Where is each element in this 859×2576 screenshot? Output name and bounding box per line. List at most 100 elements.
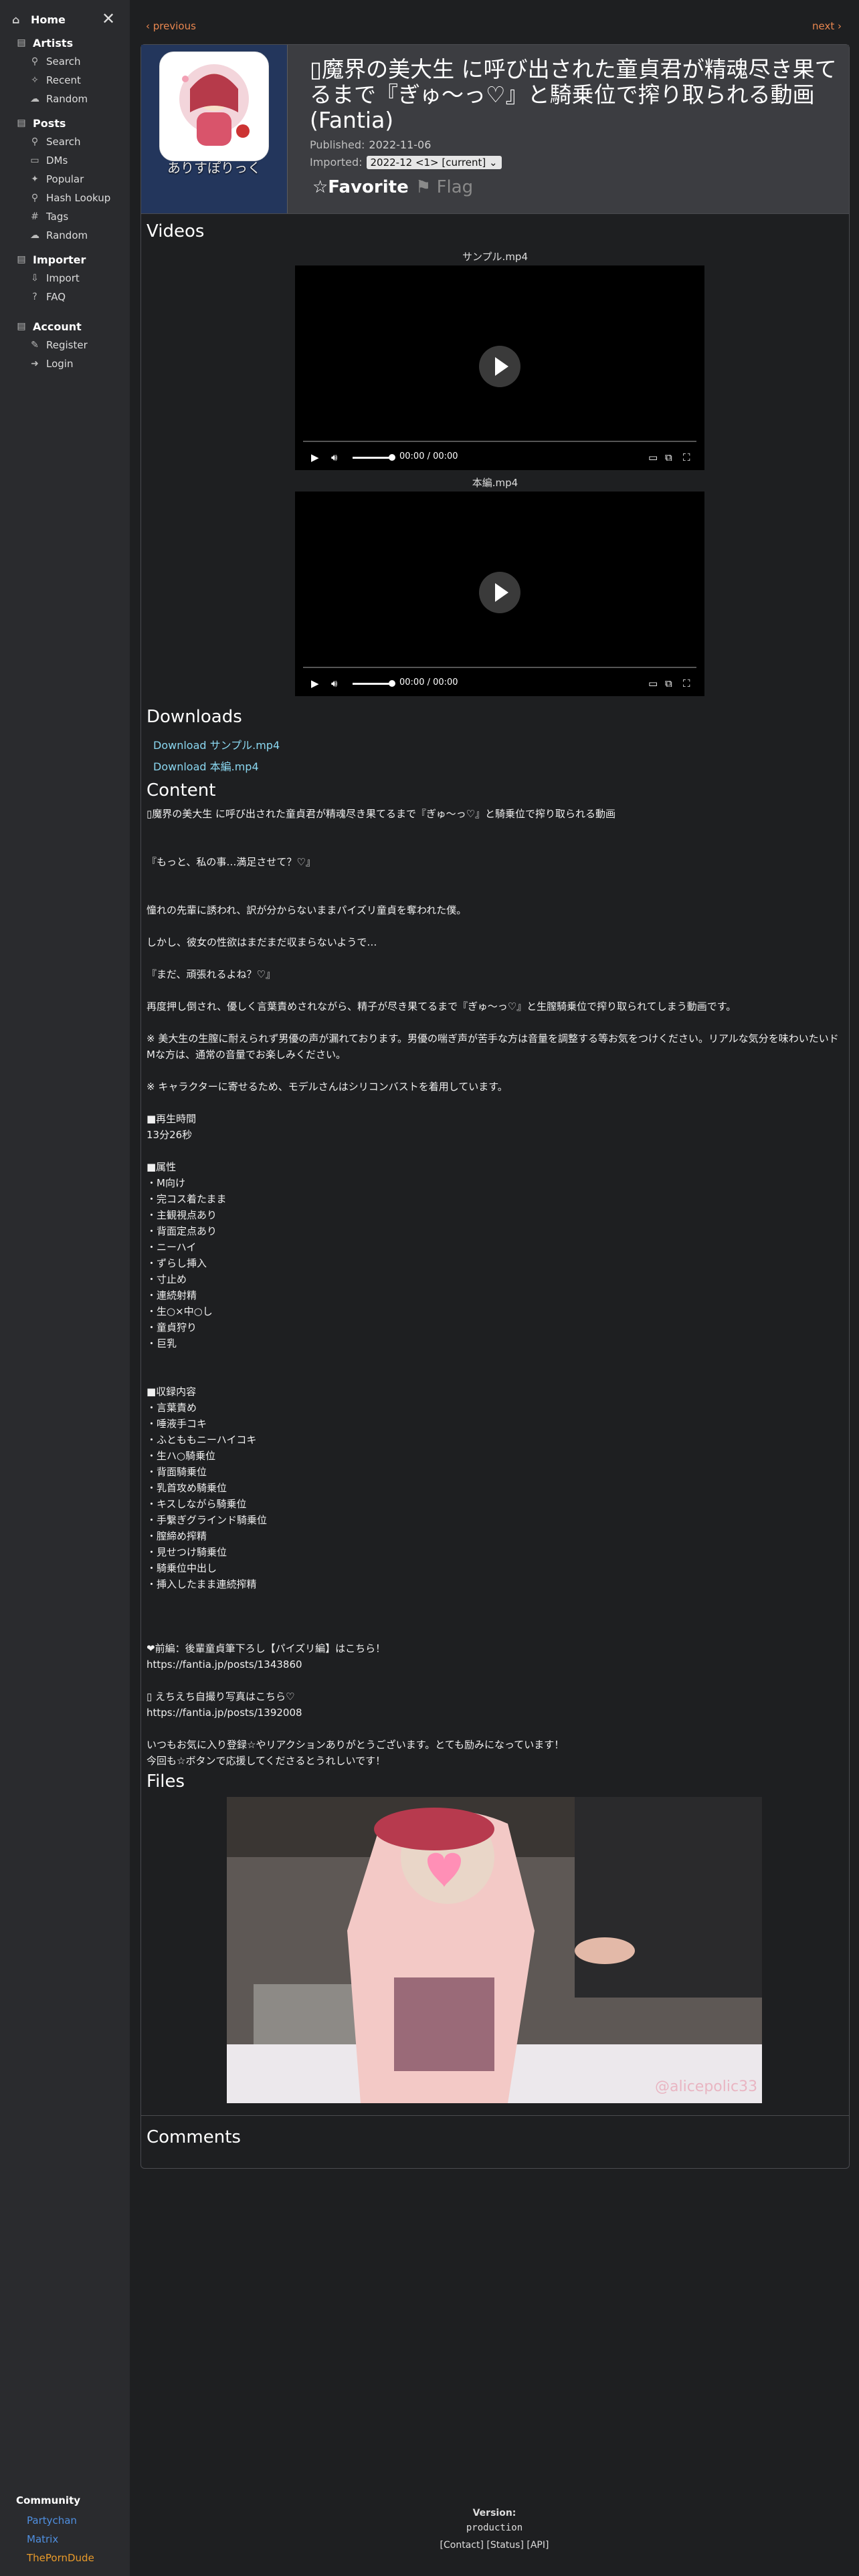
downloads-heading: Downloads (147, 707, 242, 727)
video-controls: ▶ 🔊︎ 00:00 / 00:00 ▭ ⧉ ⛶ (295, 447, 704, 467)
video-controls: ▶ 🔊︎ 00:00 / 00:00 ▭ ⧉ ⛶ (295, 673, 704, 693)
sidebar-item-artists-search[interactable]: ⚲ Search (28, 52, 81, 71)
published-label: Published: (310, 138, 365, 151)
close-icon[interactable]: ✕ (100, 11, 116, 27)
sparkle-icon: ✧ (31, 75, 39, 86)
hash-lookup-icon: ⚲ (31, 193, 39, 203)
section-label: Artists (33, 36, 74, 49)
popular-icon: ✦ (31, 174, 39, 185)
post-header: ありすぽりっく ▯魔界の美大生 に呼び出された童貞君が精魂尽き果てるまで『ぎゅ～… (141, 45, 849, 214)
sidebar-item-label: Login (46, 358, 74, 370)
comments-heading: Comments (147, 2127, 241, 2147)
sidebar-item-label: Hash Lookup (46, 192, 111, 204)
download-link[interactable]: Download サンプル.mp4 (153, 736, 280, 752)
artist-panel[interactable]: ありすぽりっく (141, 45, 288, 213)
play-overlay-icon[interactable] (479, 346, 520, 387)
hash-icon: # (31, 211, 39, 222)
sidebar-item-label: Import (46, 272, 80, 284)
previous-link[interactable]: ‹ previous (146, 20, 196, 32)
sidebar-item-tags[interactable]: # Tags (28, 207, 68, 226)
sidebar-item-label: Register (46, 339, 88, 351)
sidebar-item-login[interactable]: ➜ Login (28, 354, 73, 373)
footer-links[interactable]: [Contact] [Status] [API] (130, 2540, 859, 2551)
community-link-matrix[interactable]: Matrix (27, 2533, 58, 2545)
play-overlay-icon[interactable] (479, 572, 520, 613)
image-watermark: @alicepolic33 (655, 2078, 757, 2095)
volume-slider[interactable] (353, 457, 390, 459)
content-heading: Content (147, 780, 216, 800)
sidebar-section-posts: ▤ Posts (15, 114, 66, 132)
file-image[interactable]: @alicepolic33 (227, 1797, 762, 2103)
register-icon: ✎ (31, 340, 39, 350)
imported-row: Imported: 2022-12 <1> [current] ⌄ (310, 156, 502, 169)
pip-icon[interactable]: ⧉ (665, 677, 672, 689)
seek-bar[interactable] (303, 441, 696, 442)
imported-label: Imported: (310, 156, 363, 169)
search-icon: ⚲ (31, 136, 39, 147)
chevron-down-icon: ⌄ (489, 156, 498, 169)
sidebar-item-label: Search (46, 136, 81, 148)
sidebar-item-artists-random[interactable]: ☁ Random (28, 90, 88, 108)
artists-icon: ▤ (17, 37, 26, 48)
sidebar-item-label: Random (46, 229, 88, 241)
sidebar-item-posts-search[interactable]: ⚲ Search (28, 132, 81, 151)
captions-icon[interactable]: ▭ (648, 677, 658, 689)
sidebar-item-label: Random (46, 93, 88, 105)
videos-heading: Videos (147, 221, 205, 241)
separator (141, 2115, 849, 2116)
volume-icon[interactable]: 🔊︎ (331, 451, 337, 463)
sidebar-item-label: Recent (46, 74, 81, 86)
artist-name[interactable]: ありすぽりっく (141, 157, 287, 177)
post-card: ありすぽりっく ▯魔界の美大生 に呼び出された童貞君が精魂尽き果てるまで『ぎゅ～… (140, 44, 850, 2169)
published-date: 2022-11-06 (369, 138, 432, 151)
faq-icon: ? (32, 292, 37, 302)
captions-icon[interactable]: ▭ (648, 451, 658, 463)
fullscreen-icon[interactable]: ⛶ (683, 677, 690, 689)
community-link-partychan[interactable]: Partychan (27, 2514, 77, 2527)
account-icon: ▤ (17, 321, 26, 332)
sidebar-item-dms[interactable]: ▭ DMs (28, 151, 68, 170)
volume-knob[interactable] (389, 454, 395, 461)
sidebar-item-register[interactable]: ✎ Register (28, 336, 88, 354)
flag-button[interactable]: ⚑ Flag (415, 177, 473, 197)
favorite-button[interactable]: ☆Favorite (312, 177, 409, 197)
sidebar-item-label: Popular (46, 173, 84, 185)
video-player[interactable]: ▶ 🔊︎ 00:00 / 00:00 ▭ ⧉ ⛶ (295, 265, 704, 470)
message-icon: ▭ (30, 155, 39, 166)
download-link[interactable]: Download 本編.mp4 (153, 758, 259, 774)
sidebar: ⌂ Home ✕ ▤ Artists ⚲ Search ✧ Recent ☁ Random… (0, 0, 130, 2576)
section-label: Account (33, 320, 82, 333)
version-label: Version: (472, 2508, 516, 2518)
avatar[interactable] (159, 51, 269, 161)
next-link[interactable]: next › (812, 20, 842, 32)
home-icon: ⌂ (12, 13, 20, 26)
seek-bar[interactable] (303, 667, 696, 668)
fullscreen-icon[interactable]: ⛶ (683, 451, 690, 463)
importer-icon: ▤ (17, 254, 26, 265)
imported-select[interactable]: 2022-12 <1> [current] ⌄ (366, 156, 502, 169)
published-row: Published: 2022-11-06 (310, 138, 431, 151)
sidebar-item-hash-lookup[interactable]: ⚲ Hash Lookup (28, 189, 110, 207)
sidebar-item-label: DMs (46, 154, 68, 167)
sidebar-item-import[interactable]: ⇩ Import (28, 269, 80, 288)
pip-icon[interactable]: ⧉ (665, 451, 672, 463)
play-icon[interactable]: ▶ (311, 451, 319, 463)
import-icon: ⇩ (31, 273, 39, 284)
sidebar-item-popular[interactable]: ✦ Popular (28, 170, 84, 189)
sidebar-item-artists-recent[interactable]: ✧ Recent (28, 71, 81, 90)
volume-icon[interactable]: 🔊︎ (331, 677, 337, 689)
post-title: ▯魔界の美大生 に呼び出された童貞君が精魂尽き果てるまで『ぎゅ～っ♡』と騎乗位で… (310, 56, 837, 133)
sidebar-item-posts-random[interactable]: ☁ Random (28, 226, 88, 245)
video-player[interactable]: ▶ 🔊︎ 00:00 / 00:00 ▭ ⧉ ⛶ (295, 492, 704, 696)
video-caption: サンプル.mp4 (462, 251, 528, 263)
volume-knob[interactable] (389, 680, 395, 687)
posts-icon: ▤ (17, 118, 26, 128)
sidebar-item-label: Tags (46, 211, 69, 223)
volume-slider[interactable] (353, 683, 390, 685)
files-heading: Files (147, 1772, 185, 1792)
sidebar-item-faq[interactable]: ? FAQ (28, 288, 66, 306)
play-icon[interactable]: ▶ (311, 677, 319, 689)
sidebar-section-artists: ▤ Artists (15, 33, 73, 52)
random-icon: ☁ (30, 94, 39, 104)
community-link-theporndude[interactable]: ThePornDude (27, 2552, 94, 2564)
